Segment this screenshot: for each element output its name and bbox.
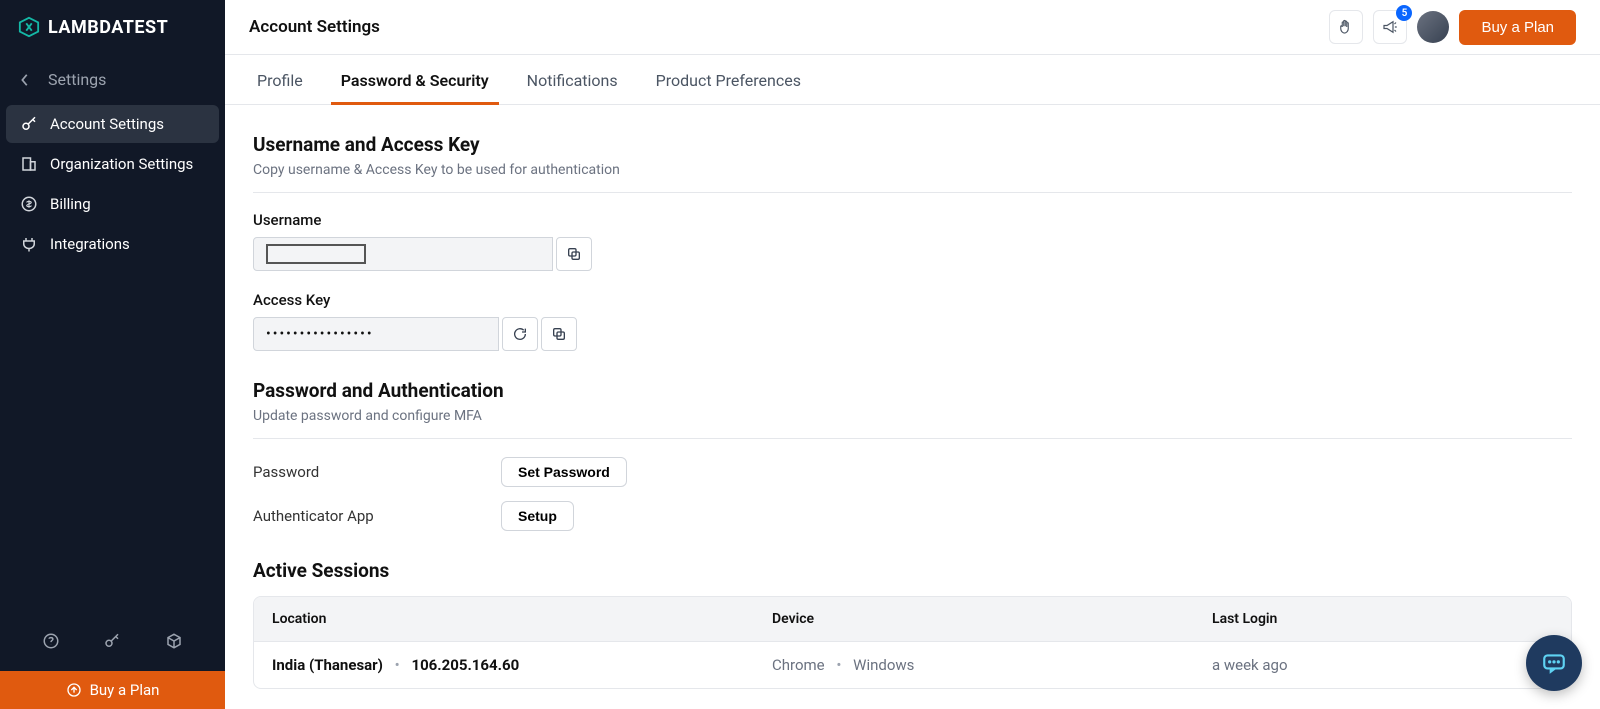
hand-wave-icon bbox=[1337, 18, 1355, 36]
sidebar-item-label: Organization Settings bbox=[50, 155, 193, 173]
chevron-left-icon bbox=[20, 73, 30, 87]
sessions-header: Location Device Last Login bbox=[254, 597, 1571, 641]
col-device-header: Device bbox=[772, 611, 1212, 627]
username-input[interactable] bbox=[253, 237, 553, 271]
setup-authenticator-button[interactable]: Setup bbox=[501, 501, 574, 531]
page-title: Account Settings bbox=[249, 17, 380, 37]
sidebar: LAMBDATEST Settings Account Settings Org… bbox=[0, 0, 225, 709]
accesskey-label: Access Key bbox=[253, 291, 1572, 309]
sidebar-buy-plan-button[interactable]: Buy a Plan bbox=[0, 671, 225, 709]
brand-logo[interactable]: LAMBDATEST bbox=[0, 0, 225, 54]
refresh-icon bbox=[512, 326, 528, 342]
section-access-key: Username and Access Key Copy username & … bbox=[253, 133, 1572, 351]
copy-accesskey-button[interactable] bbox=[541, 317, 577, 351]
sidebar-item-account-settings[interactable]: Account Settings bbox=[6, 105, 219, 143]
sidebar-item-integrations[interactable]: Integrations bbox=[6, 225, 219, 263]
session-browser: Chrome bbox=[772, 656, 825, 674]
separator-dot-icon: • bbox=[395, 656, 400, 674]
sidebar-bottom: Buy a Plan bbox=[0, 611, 225, 709]
topbar-right: 5 Buy a Plan bbox=[1329, 10, 1576, 45]
megaphone-icon bbox=[1381, 18, 1399, 36]
section-subtitle: Copy username & Access Key to be used fo… bbox=[253, 162, 1572, 178]
authenticator-label: Authenticator App bbox=[253, 507, 501, 525]
brand-name: LAMBDATEST bbox=[48, 17, 168, 38]
help-icon bbox=[42, 632, 60, 650]
session-device: Chrome • Windows bbox=[772, 656, 1212, 674]
accesskey-field-row: •••••••••••••••• bbox=[253, 317, 1572, 351]
announcements-button[interactable]: 5 bbox=[1373, 10, 1407, 44]
tab-notifications[interactable]: Notifications bbox=[523, 55, 622, 104]
avatar[interactable] bbox=[1417, 11, 1449, 43]
session-os: Windows bbox=[853, 656, 914, 674]
dollar-icon bbox=[20, 195, 38, 213]
divider bbox=[253, 438, 1572, 439]
sidebar-item-label: Integrations bbox=[50, 235, 130, 253]
sidebar-item-organization-settings[interactable]: Organization Settings bbox=[6, 145, 219, 183]
chat-widget-button[interactable] bbox=[1526, 635, 1582, 691]
sidebar-item-billing[interactable]: Billing bbox=[6, 185, 219, 223]
sessions-table: Location Device Last Login India (Thanes… bbox=[253, 596, 1572, 689]
accesskey-masked-value: •••••••••••••••• bbox=[266, 326, 374, 342]
notification-badge: 5 bbox=[1396, 5, 1412, 21]
chat-icon bbox=[1541, 650, 1567, 676]
section-authentication: Password and Authentication Update passw… bbox=[253, 379, 1572, 531]
cube-icon bbox=[165, 632, 183, 650]
tab-product-preferences[interactable]: Product Preferences bbox=[652, 55, 805, 104]
session-location-ip: 106.205.164.60 bbox=[411, 656, 519, 674]
section-sessions: Active Sessions Location Device Last Log… bbox=[253, 559, 1572, 689]
table-row: India (Thanesar) • 106.205.164.60 Chrome… bbox=[254, 641, 1571, 688]
password-label: Password bbox=[253, 463, 501, 481]
lambdatest-logo-icon bbox=[18, 16, 40, 38]
tab-profile[interactable]: Profile bbox=[253, 55, 307, 104]
separator-dot-icon: • bbox=[836, 656, 841, 674]
session-location: India (Thanesar) • 106.205.164.60 bbox=[272, 656, 772, 674]
copy-icon bbox=[551, 326, 567, 342]
username-field-row bbox=[253, 237, 1572, 271]
copy-username-button[interactable] bbox=[556, 237, 592, 271]
plug-icon bbox=[20, 235, 38, 253]
sidebar-back[interactable]: Settings bbox=[0, 60, 225, 99]
accesskey-shortcut-button[interactable] bbox=[94, 623, 130, 659]
copy-icon bbox=[566, 246, 582, 262]
username-label: Username bbox=[253, 211, 1572, 229]
set-password-button[interactable]: Set Password bbox=[501, 457, 627, 487]
authenticator-row: Authenticator App Setup bbox=[253, 501, 1572, 531]
section-subtitle: Update password and configure MFA bbox=[253, 408, 1572, 424]
password-row: Password Set Password bbox=[253, 457, 1572, 487]
key-small-icon bbox=[103, 632, 121, 650]
session-last-login: a week ago bbox=[1212, 656, 1553, 674]
cube-button[interactable] bbox=[156, 623, 192, 659]
section-title: Password and Authentication bbox=[253, 379, 1572, 402]
redacted-box-icon bbox=[266, 244, 366, 264]
content: Username and Access Key Copy username & … bbox=[225, 105, 1600, 709]
sidebar-item-label: Account Settings bbox=[50, 115, 164, 133]
section-title: Active Sessions bbox=[253, 559, 1572, 582]
regenerate-accesskey-button[interactable] bbox=[502, 317, 538, 351]
sidebar-item-label: Billing bbox=[50, 195, 91, 213]
buy-plan-button[interactable]: Buy a Plan bbox=[1459, 10, 1576, 45]
section-title: Username and Access Key bbox=[253, 133, 1572, 156]
tab-password-security[interactable]: Password & Security bbox=[337, 55, 493, 104]
topbar: Account Settings 5 Buy a Plan bbox=[225, 0, 1600, 55]
help-button[interactable] bbox=[33, 623, 69, 659]
tabs: Profile Password & Security Notification… bbox=[225, 55, 1600, 105]
whats-new-button[interactable] bbox=[1329, 10, 1363, 44]
divider bbox=[253, 192, 1572, 193]
building-icon bbox=[20, 155, 38, 173]
sidebar-back-label: Settings bbox=[48, 70, 106, 89]
col-lastlogin-header: Last Login bbox=[1212, 611, 1553, 627]
sidebar-items: Account Settings Organization Settings B… bbox=[0, 105, 225, 265]
key-icon bbox=[20, 115, 38, 133]
session-location-name: India (Thanesar) bbox=[272, 656, 383, 674]
col-location-header: Location bbox=[272, 611, 772, 627]
sidebar-cta-label: Buy a Plan bbox=[90, 681, 160, 699]
main: Account Settings 5 Buy a Plan Profile Pa… bbox=[225, 0, 1600, 709]
accesskey-input[interactable]: •••••••••••••••• bbox=[253, 317, 499, 351]
arrow-up-circle-icon bbox=[66, 682, 82, 698]
